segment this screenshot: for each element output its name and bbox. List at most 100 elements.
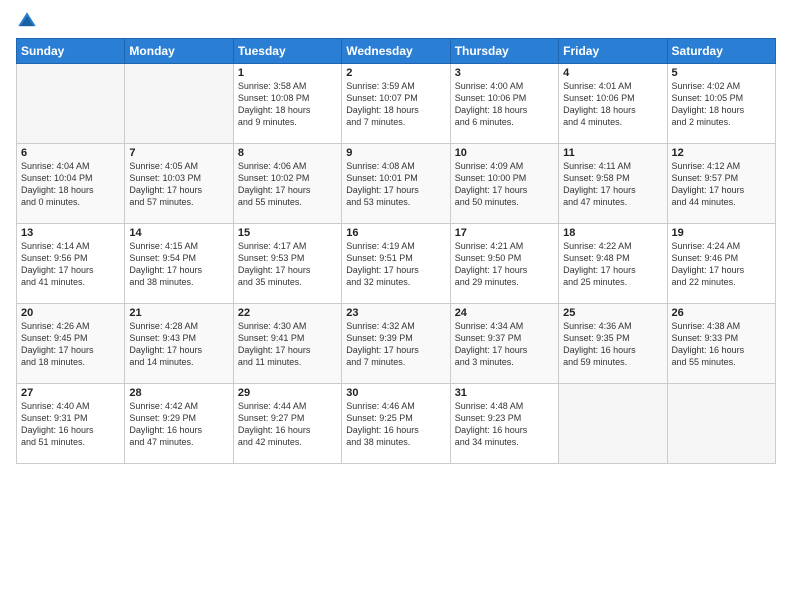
day-cell: 28Sunrise: 4:42 AM Sunset: 9:29 PM Dayli… (125, 384, 233, 464)
day-info: Sunrise: 4:06 AM Sunset: 10:02 PM Daylig… (238, 160, 337, 209)
day-info: Sunrise: 4:44 AM Sunset: 9:27 PM Dayligh… (238, 400, 337, 449)
calendar-body: 1Sunrise: 3:58 AM Sunset: 10:08 PM Dayli… (17, 64, 776, 464)
day-info: Sunrise: 4:09 AM Sunset: 10:00 PM Daylig… (455, 160, 554, 209)
day-cell: 4Sunrise: 4:01 AM Sunset: 10:06 PM Dayli… (559, 64, 667, 144)
day-cell: 1Sunrise: 3:58 AM Sunset: 10:08 PM Dayli… (233, 64, 341, 144)
day-number: 10 (455, 147, 554, 159)
day-info: Sunrise: 4:36 AM Sunset: 9:35 PM Dayligh… (563, 320, 662, 369)
day-number: 5 (672, 67, 771, 79)
day-number: 19 (672, 227, 771, 239)
day-number: 9 (346, 147, 445, 159)
day-cell: 22Sunrise: 4:30 AM Sunset: 9:41 PM Dayli… (233, 304, 341, 384)
day-cell: 14Sunrise: 4:15 AM Sunset: 9:54 PM Dayli… (125, 224, 233, 304)
col-header-tuesday: Tuesday (233, 39, 341, 64)
day-number: 24 (455, 307, 554, 319)
day-cell: 16Sunrise: 4:19 AM Sunset: 9:51 PM Dayli… (342, 224, 450, 304)
day-number: 22 (238, 307, 337, 319)
day-number: 23 (346, 307, 445, 319)
day-cell: 11Sunrise: 4:11 AM Sunset: 9:58 PM Dayli… (559, 144, 667, 224)
day-cell: 9Sunrise: 4:08 AM Sunset: 10:01 PM Dayli… (342, 144, 450, 224)
day-number: 8 (238, 147, 337, 159)
calendar-table: SundayMondayTuesdayWednesdayThursdayFrid… (16, 38, 776, 464)
day-number: 16 (346, 227, 445, 239)
day-number: 18 (563, 227, 662, 239)
day-cell (17, 64, 125, 144)
day-cell (559, 384, 667, 464)
day-number: 3 (455, 67, 554, 79)
day-cell: 18Sunrise: 4:22 AM Sunset: 9:48 PM Dayli… (559, 224, 667, 304)
day-info: Sunrise: 4:21 AM Sunset: 9:50 PM Dayligh… (455, 240, 554, 289)
day-info: Sunrise: 4:19 AM Sunset: 9:51 PM Dayligh… (346, 240, 445, 289)
day-info: Sunrise: 4:24 AM Sunset: 9:46 PM Dayligh… (672, 240, 771, 289)
day-number: 25 (563, 307, 662, 319)
day-info: Sunrise: 4:32 AM Sunset: 9:39 PM Dayligh… (346, 320, 445, 369)
day-number: 29 (238, 387, 337, 399)
day-cell: 17Sunrise: 4:21 AM Sunset: 9:50 PM Dayli… (450, 224, 558, 304)
col-header-sunday: Sunday (17, 39, 125, 64)
day-number: 15 (238, 227, 337, 239)
day-info: Sunrise: 3:59 AM Sunset: 10:07 PM Daylig… (346, 80, 445, 129)
day-cell: 27Sunrise: 4:40 AM Sunset: 9:31 PM Dayli… (17, 384, 125, 464)
day-number: 17 (455, 227, 554, 239)
day-cell (125, 64, 233, 144)
page: SundayMondayTuesdayWednesdayThursdayFrid… (0, 0, 792, 612)
day-info: Sunrise: 4:04 AM Sunset: 10:04 PM Daylig… (21, 160, 120, 209)
day-cell: 5Sunrise: 4:02 AM Sunset: 10:05 PM Dayli… (667, 64, 775, 144)
day-cell: 24Sunrise: 4:34 AM Sunset: 9:37 PM Dayli… (450, 304, 558, 384)
day-info: Sunrise: 4:46 AM Sunset: 9:25 PM Dayligh… (346, 400, 445, 449)
day-cell: 21Sunrise: 4:28 AM Sunset: 9:43 PM Dayli… (125, 304, 233, 384)
day-cell: 8Sunrise: 4:06 AM Sunset: 10:02 PM Dayli… (233, 144, 341, 224)
logo-icon (16, 10, 38, 32)
day-info: Sunrise: 4:40 AM Sunset: 9:31 PM Dayligh… (21, 400, 120, 449)
day-cell: 2Sunrise: 3:59 AM Sunset: 10:07 PM Dayli… (342, 64, 450, 144)
day-info: Sunrise: 4:28 AM Sunset: 9:43 PM Dayligh… (129, 320, 228, 369)
day-cell: 6Sunrise: 4:04 AM Sunset: 10:04 PM Dayli… (17, 144, 125, 224)
day-number: 1 (238, 67, 337, 79)
day-info: Sunrise: 4:42 AM Sunset: 9:29 PM Dayligh… (129, 400, 228, 449)
col-header-wednesday: Wednesday (342, 39, 450, 64)
day-info: Sunrise: 4:01 AM Sunset: 10:06 PM Daylig… (563, 80, 662, 129)
week-row-0: 1Sunrise: 3:58 AM Sunset: 10:08 PM Dayli… (17, 64, 776, 144)
day-info: Sunrise: 4:08 AM Sunset: 10:01 PM Daylig… (346, 160, 445, 209)
week-row-1: 6Sunrise: 4:04 AM Sunset: 10:04 PM Dayli… (17, 144, 776, 224)
week-row-2: 13Sunrise: 4:14 AM Sunset: 9:56 PM Dayli… (17, 224, 776, 304)
day-number: 27 (21, 387, 120, 399)
day-cell: 30Sunrise: 4:46 AM Sunset: 9:25 PM Dayli… (342, 384, 450, 464)
day-cell: 29Sunrise: 4:44 AM Sunset: 9:27 PM Dayli… (233, 384, 341, 464)
day-cell: 7Sunrise: 4:05 AM Sunset: 10:03 PM Dayli… (125, 144, 233, 224)
day-info: Sunrise: 4:22 AM Sunset: 9:48 PM Dayligh… (563, 240, 662, 289)
day-info: Sunrise: 4:30 AM Sunset: 9:41 PM Dayligh… (238, 320, 337, 369)
day-cell: 20Sunrise: 4:26 AM Sunset: 9:45 PM Dayli… (17, 304, 125, 384)
day-info: Sunrise: 4:14 AM Sunset: 9:56 PM Dayligh… (21, 240, 120, 289)
day-cell (667, 384, 775, 464)
day-number: 4 (563, 67, 662, 79)
day-cell: 31Sunrise: 4:48 AM Sunset: 9:23 PM Dayli… (450, 384, 558, 464)
day-number: 6 (21, 147, 120, 159)
day-number: 28 (129, 387, 228, 399)
day-number: 30 (346, 387, 445, 399)
day-number: 21 (129, 307, 228, 319)
week-row-3: 20Sunrise: 4:26 AM Sunset: 9:45 PM Dayli… (17, 304, 776, 384)
day-number: 14 (129, 227, 228, 239)
day-number: 12 (672, 147, 771, 159)
day-info: Sunrise: 4:12 AM Sunset: 9:57 PM Dayligh… (672, 160, 771, 209)
day-cell: 25Sunrise: 4:36 AM Sunset: 9:35 PM Dayli… (559, 304, 667, 384)
col-header-thursday: Thursday (450, 39, 558, 64)
day-info: Sunrise: 4:48 AM Sunset: 9:23 PM Dayligh… (455, 400, 554, 449)
day-cell: 10Sunrise: 4:09 AM Sunset: 10:00 PM Dayl… (450, 144, 558, 224)
day-info: Sunrise: 4:15 AM Sunset: 9:54 PM Dayligh… (129, 240, 228, 289)
col-header-friday: Friday (559, 39, 667, 64)
day-cell: 15Sunrise: 4:17 AM Sunset: 9:53 PM Dayli… (233, 224, 341, 304)
logo (16, 10, 42, 32)
day-number: 13 (21, 227, 120, 239)
day-number: 2 (346, 67, 445, 79)
day-info: Sunrise: 4:05 AM Sunset: 10:03 PM Daylig… (129, 160, 228, 209)
day-info: Sunrise: 3:58 AM Sunset: 10:08 PM Daylig… (238, 80, 337, 129)
day-info: Sunrise: 4:17 AM Sunset: 9:53 PM Dayligh… (238, 240, 337, 289)
col-header-monday: Monday (125, 39, 233, 64)
header (16, 10, 776, 32)
day-info: Sunrise: 4:38 AM Sunset: 9:33 PM Dayligh… (672, 320, 771, 369)
day-cell: 3Sunrise: 4:00 AM Sunset: 10:06 PM Dayli… (450, 64, 558, 144)
day-number: 7 (129, 147, 228, 159)
day-cell: 26Sunrise: 4:38 AM Sunset: 9:33 PM Dayli… (667, 304, 775, 384)
